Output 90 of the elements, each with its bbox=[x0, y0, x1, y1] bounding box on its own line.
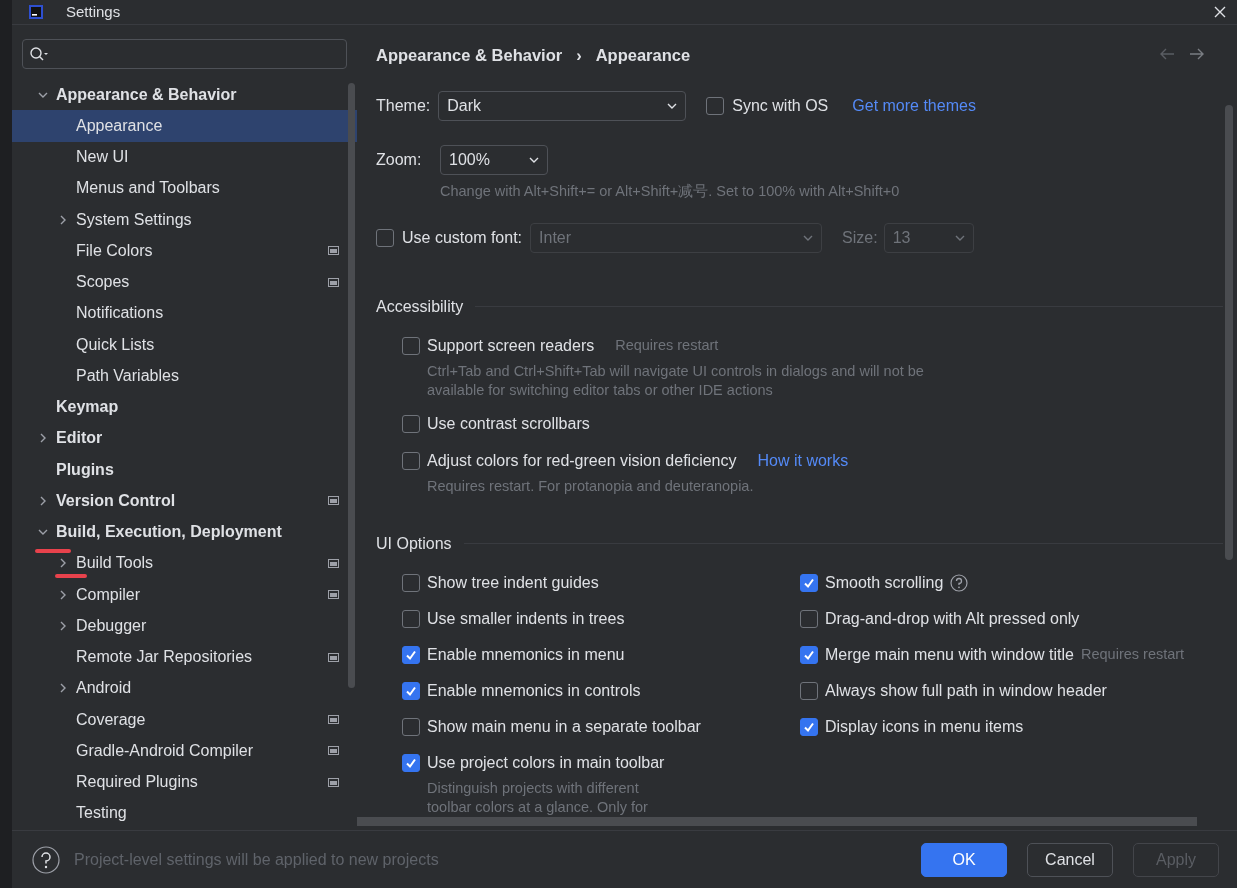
dialog-button[interactable]: Cancel bbox=[1027, 842, 1113, 877]
option-label: Support screen readers bbox=[427, 335, 595, 356]
section-title: UI Options bbox=[376, 533, 452, 554]
option-label: Enable mnemonics in menu bbox=[427, 644, 625, 665]
hint-text: Change with Alt+Shift+= or Alt+Shift+减号. Set to 100% with Alt+Shift+0 bbox=[440, 182, 901, 201]
option-label: Use smaller indents in trees bbox=[427, 608, 625, 629]
field-label: Zoom: bbox=[376, 150, 423, 170]
search-icon bbox=[29, 46, 49, 62]
checkbox[interactable] bbox=[402, 414, 420, 433]
section-title: Accessibility bbox=[376, 296, 464, 317]
checkbox[interactable] bbox=[402, 681, 420, 700]
note-text: Requires restart bbox=[615, 335, 719, 355]
tree-item[interactable]: Menus and Toolbars bbox=[12, 172, 357, 204]
annotation-stroke bbox=[55, 574, 87, 578]
checkbox[interactable] bbox=[402, 336, 420, 355]
tree-item[interactable]: Appearance bbox=[12, 110, 357, 142]
tree-item[interactable]: Debugger bbox=[12, 610, 357, 642]
tree-item[interactable]: File Colors bbox=[12, 235, 357, 267]
tree-item[interactable]: System Settings bbox=[12, 204, 357, 236]
checkbox[interactable] bbox=[800, 645, 818, 664]
help-icon[interactable] bbox=[32, 845, 60, 874]
option-label: Use custom font: bbox=[402, 227, 523, 248]
breadcrumb-separator: › bbox=[576, 44, 582, 66]
tree-item[interactable]: Compiler bbox=[12, 579, 357, 611]
field-label: Theme: bbox=[376, 96, 431, 116]
link[interactable]: Get more themes bbox=[852, 94, 976, 118]
breadcrumb-item[interactable]: Appearance & Behavior bbox=[376, 42, 563, 68]
dialog-button[interactable]: OK bbox=[921, 842, 1007, 877]
tree-item[interactable]: Version Control bbox=[12, 485, 357, 517]
checkbox[interactable] bbox=[402, 573, 420, 592]
checkbox[interactable] bbox=[402, 645, 420, 664]
note-text: Requires restart bbox=[1081, 644, 1185, 664]
checkbox[interactable] bbox=[800, 609, 818, 628]
option-label: Smooth scrolling bbox=[825, 572, 944, 593]
app-logo-icon bbox=[28, 4, 44, 20]
tree-item[interactable]: Plugins bbox=[12, 454, 357, 486]
tree-item[interactable]: Remote Jar Repositories bbox=[12, 641, 357, 673]
checkbox[interactable] bbox=[800, 717, 818, 736]
checkbox[interactable] bbox=[402, 717, 420, 736]
option-label: Always show full path in window header bbox=[825, 680, 1107, 701]
tree-item[interactable]: Path Variables bbox=[12, 360, 357, 392]
search-field[interactable] bbox=[22, 39, 347, 69]
option-label: Enable mnemonics in controls bbox=[427, 680, 641, 701]
field-label: Size: bbox=[842, 227, 878, 248]
scrollbar[interactable] bbox=[348, 83, 355, 688]
checkbox[interactable] bbox=[800, 681, 818, 700]
forward-arrow-icon[interactable] bbox=[1189, 47, 1205, 61]
close-icon[interactable] bbox=[1213, 5, 1227, 19]
tree-item[interactable]: Testing bbox=[12, 797, 357, 829]
tree-item[interactable]: Appearance & Behavior bbox=[12, 79, 357, 111]
option-label: Adjust colors for red-green vision deficiency bbox=[427, 450, 737, 471]
tree-item[interactable]: Build Tools bbox=[12, 547, 357, 579]
option-label: Use project colors in main toolbar bbox=[427, 752, 665, 773]
tree-item[interactable]: Build, Execution, Deployment bbox=[12, 516, 357, 548]
tree-item[interactable]: Gradle-Android Compiler bbox=[12, 735, 357, 767]
option-label: Drag-and-drop with Alt pressed only bbox=[825, 608, 1080, 629]
option-label: Use contrast scrollbars bbox=[427, 413, 590, 434]
checkbox[interactable] bbox=[402, 451, 420, 470]
scrollbar[interactable] bbox=[357, 817, 1197, 826]
zoom-dropdown[interactable]: 100% bbox=[440, 145, 548, 175]
tree-item[interactable]: Scopes bbox=[12, 266, 357, 298]
tree-item[interactable]: Coverage bbox=[12, 704, 357, 736]
tree-item[interactable]: Notifications bbox=[12, 297, 357, 329]
tree-item[interactable]: Android bbox=[12, 672, 357, 704]
checkbox[interactable] bbox=[402, 609, 420, 628]
window-title: Settings bbox=[66, 1, 122, 22]
breadcrumb-item[interactable]: Appearance bbox=[595, 42, 691, 68]
tree-item[interactable]: Editor bbox=[12, 422, 357, 454]
back-arrow-icon[interactable] bbox=[1159, 47, 1175, 61]
tree-item[interactable]: New UI bbox=[12, 141, 357, 173]
tree-item[interactable]: Required Plugins bbox=[12, 766, 357, 798]
hint-text: Project-level settings will be applied to new projects bbox=[74, 849, 440, 870]
annotation-stroke bbox=[35, 549, 71, 553]
description-text: Ctrl+Tab and Ctrl+Shift+Tab will navigate UI controls in dialogs and will not be available for switching editor tabs or other IDE actions bbox=[426, 361, 925, 400]
tree-item[interactable]: Quick Lists bbox=[12, 329, 357, 361]
checkbox[interactable] bbox=[706, 97, 725, 115]
option-label: Show main menu in a separate toolbar bbox=[427, 716, 701, 737]
option-label: Display icons in menu items bbox=[825, 716, 1024, 737]
option-label: Merge main menu with window title bbox=[825, 644, 1074, 665]
description-text: Distinguish projects with different toolbar colors at a glance. Only for bbox=[426, 778, 649, 817]
description-text: Requires restart. For protanopia and deuteranopia. bbox=[426, 476, 755, 496]
help-icon[interactable] bbox=[950, 573, 969, 592]
checkbox[interactable] bbox=[402, 753, 420, 772]
link[interactable]: How it works bbox=[757, 448, 849, 473]
checkbox[interactable] bbox=[800, 573, 818, 592]
option-label: Show tree indent guides bbox=[427, 572, 599, 593]
option-label: Sync with OS bbox=[732, 96, 829, 116]
theme-dropdown[interactable]: Dark bbox=[438, 91, 687, 121]
scrollbar[interactable] bbox=[1225, 105, 1233, 560]
tree-item[interactable]: Keymap bbox=[12, 391, 357, 423]
